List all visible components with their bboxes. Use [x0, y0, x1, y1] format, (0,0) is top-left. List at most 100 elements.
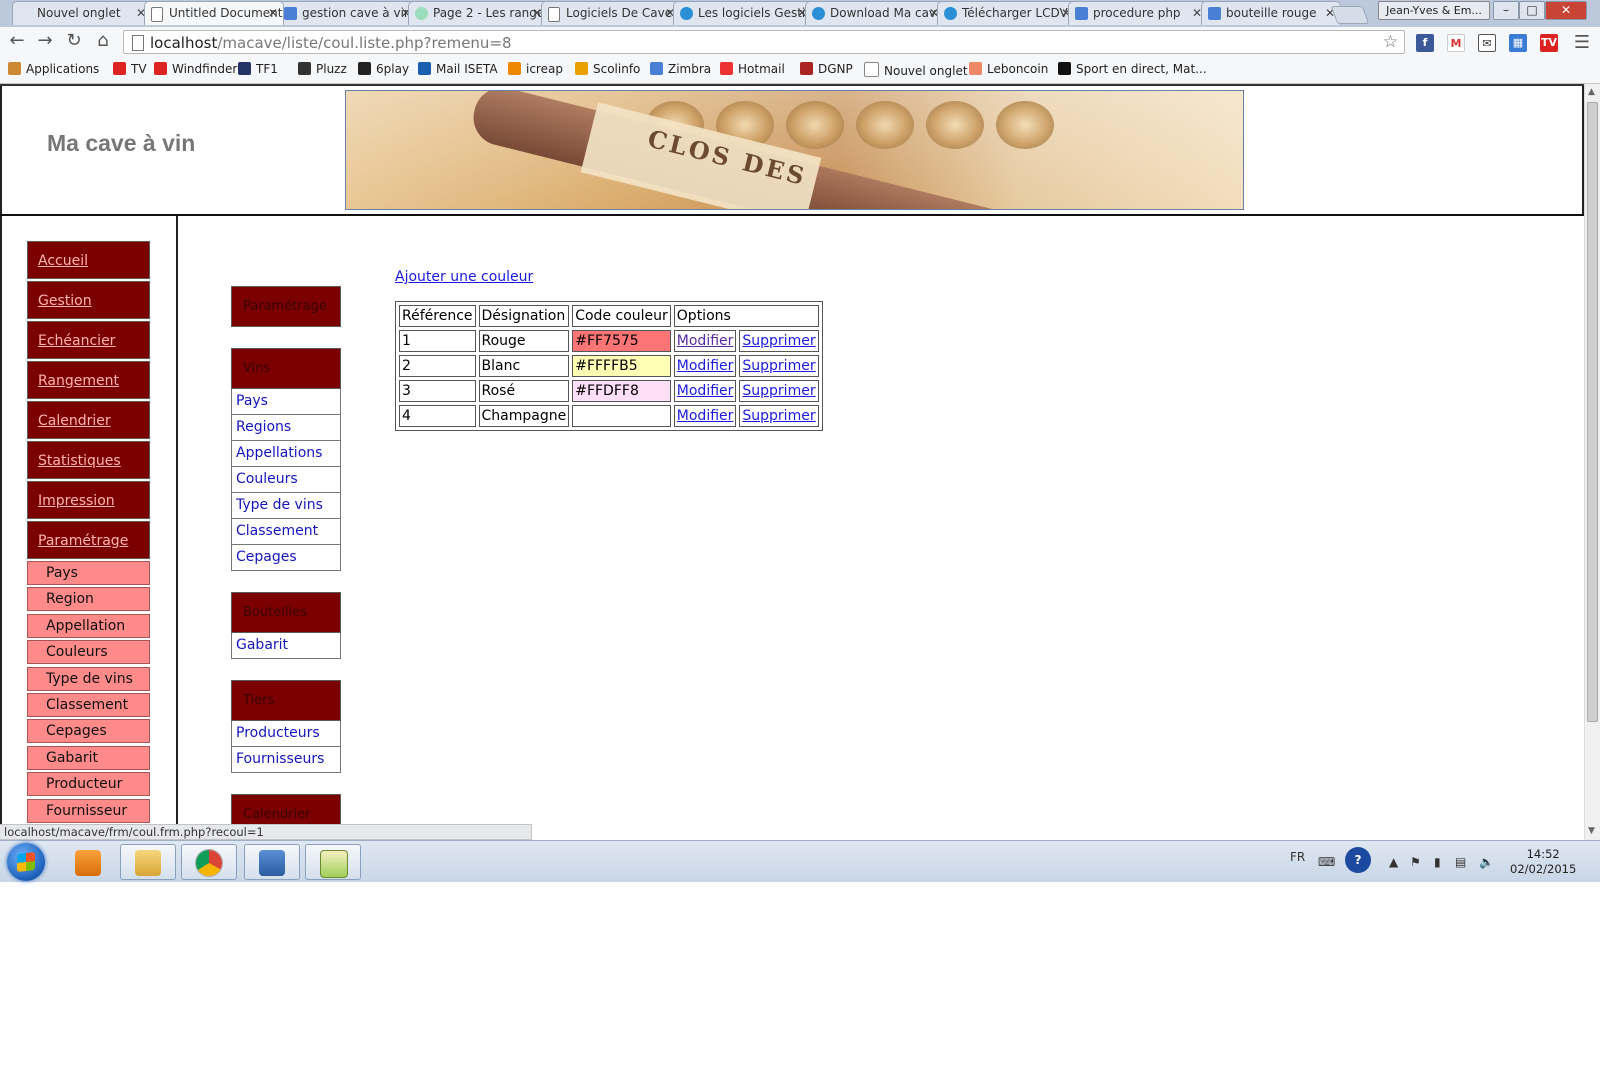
delete-link[interactable]: Supprimer: [739, 405, 819, 427]
reload-icon[interactable]: ↻: [64, 31, 84, 51]
main-menu-item[interactable]: Echéancier: [27, 321, 150, 359]
panel-link[interactable]: Couleurs: [236, 471, 298, 487]
chrome-taskbar-button[interactable]: [181, 844, 237, 880]
bookmark-item[interactable]: DGNP: [800, 62, 853, 76]
sub-menu-item[interactable]: Couleurs: [27, 640, 150, 665]
url-text[interactable]: localhost/macave/liste/coul.liste.php?re…: [150, 34, 512, 52]
close-window-button[interactable]: ✕: [1545, 1, 1587, 20]
tab[interactable]: Télécharger LCDV ✕: [937, 1, 1077, 25]
sub-menu-item[interactable]: Fournisseur: [27, 798, 150, 823]
keyboard-icon[interactable]: ⌨: [1318, 855, 1335, 869]
mail-notifier-icon[interactable]: ✉: [1478, 34, 1496, 52]
tv-extension-icon[interactable]: TV: [1540, 34, 1558, 52]
panel-link-item[interactable]: Gabarit: [231, 633, 341, 659]
sub-menu-item[interactable]: Pays: [27, 561, 150, 585]
help-alert-icon[interactable]: ?: [1345, 847, 1371, 873]
bookmark-star-icon[interactable]: ☆: [1383, 32, 1398, 52]
main-menu-item[interactable]: Calendrier: [27, 401, 150, 439]
panel-link[interactable]: Producteurs: [236, 725, 320, 741]
clock[interactable]: 14:52 02/02/2015: [1510, 847, 1576, 877]
sub-menu-item[interactable]: Classement: [27, 692, 150, 717]
sub-menu-item[interactable]: Gabarit: [27, 745, 150, 770]
delete-link[interactable]: Supprimer: [739, 355, 819, 377]
tab[interactable]: gestion cave à vin ✕: [277, 1, 417, 25]
main-menu-link[interactable]: Statistiques: [38, 453, 121, 469]
bookmark-item[interactable]: Nouvel onglet: [864, 62, 968, 78]
bookmark-item[interactable]: Scolinfo: [575, 62, 640, 76]
panel-link-item[interactable]: Couleurs: [231, 467, 341, 493]
start-button[interactable]: [7, 843, 45, 881]
main-menu-link[interactable]: Echéancier: [38, 333, 115, 349]
tab[interactable]: Page 2 - Les rangements✕: [408, 1, 548, 25]
modify-link[interactable]: Modifier: [673, 405, 737, 427]
scrollbar-thumb[interactable]: [1587, 102, 1598, 722]
explorer-taskbar-button[interactable]: [120, 844, 176, 880]
back-icon[interactable]: ←: [7, 31, 27, 51]
media-player-taskbar-button[interactable]: [60, 844, 116, 880]
bookmark-item[interactable]: 6play: [358, 62, 409, 76]
main-menu-item[interactable]: Statistiques: [27, 441, 150, 479]
bookmark-item[interactable]: TV: [113, 62, 147, 76]
modify-link[interactable]: Modifier: [673, 355, 737, 377]
panel-link-item[interactable]: Type de vins: [231, 493, 341, 519]
tab[interactable]: bouteille rouge ✕: [1201, 1, 1341, 25]
main-menu-item[interactable]: Paramétrage: [27, 521, 150, 559]
tab[interactable]: Logiciels De Cave ✕: [541, 1, 681, 25]
add-color-link[interactable]: Ajouter une couleur: [395, 269, 533, 285]
editor-taskbar-button[interactable]: [305, 844, 361, 880]
tab[interactable]: procedure php ✕: [1068, 1, 1208, 25]
facebook-icon[interactable]: f: [1416, 34, 1434, 52]
panel-link[interactable]: Regions: [236, 419, 291, 435]
panel-link[interactable]: Pays: [236, 393, 268, 409]
address-bar[interactable]: localhost/macave/liste/coul.liste.php?re…: [123, 30, 1405, 54]
minimize-button[interactable]: –: [1493, 1, 1519, 20]
panel-link[interactable]: Type de vins: [236, 497, 323, 513]
sub-menu-item[interactable]: Type de vins: [27, 666, 150, 691]
sub-menu-item[interactable]: Region: [27, 587, 150, 612]
tab[interactable]: Untitled Document ✕: [144, 1, 284, 25]
panel-link-item[interactable]: Classement: [231, 519, 341, 545]
calendar-extension-icon[interactable]: ▦: [1509, 34, 1527, 52]
home-icon[interactable]: ⌂: [93, 31, 113, 51]
network-icon[interactable]: ▤: [1455, 855, 1466, 869]
bookmark-item[interactable]: Applications: [8, 62, 99, 76]
panel-link-item[interactable]: Regions: [231, 415, 341, 441]
bookmark-item[interactable]: Sport en direct, Mat...: [1058, 62, 1207, 76]
bookmark-item[interactable]: Mail ISETA: [418, 62, 498, 76]
battery-icon[interactable]: ▮: [1434, 855, 1441, 869]
sub-menu-item[interactable]: Appellation: [27, 613, 150, 638]
panel-link-item[interactable]: Appellations: [231, 441, 341, 467]
network-taskbar-button[interactable]: [244, 844, 300, 880]
panel-link-item[interactable]: Producteurs: [231, 721, 341, 747]
modify-link[interactable]: Modifier: [673, 330, 737, 352]
bookmark-item[interactable]: icreap: [508, 62, 563, 76]
main-menu-link[interactable]: Calendrier: [38, 413, 111, 429]
menu-icon[interactable]: ☰: [1572, 33, 1592, 53]
tab[interactable]: Les logiciels Gestion ✕: [673, 1, 813, 25]
delete-link[interactable]: Supprimer: [739, 330, 819, 352]
main-menu-link[interactable]: Accueil: [38, 253, 88, 269]
panel-link[interactable]: Cepages: [236, 549, 297, 565]
panel-link[interactable]: Appellations: [236, 445, 322, 461]
modify-link[interactable]: Modifier: [673, 380, 737, 402]
sub-menu-item[interactable]: Cepages: [27, 719, 150, 744]
bookmark-item[interactable]: Pluzz: [298, 62, 347, 76]
action-center-flag-icon[interactable]: ⚑: [1410, 855, 1421, 869]
volume-icon[interactable]: 🔈: [1479, 855, 1494, 869]
bookmark-item[interactable]: TF1: [238, 62, 278, 76]
bookmark-item[interactable]: Leboncoin: [969, 62, 1048, 76]
new-tab-button[interactable]: [1330, 6, 1370, 24]
panel-link[interactable]: Gabarit: [236, 637, 288, 653]
panel-link[interactable]: Classement: [236, 523, 318, 539]
tab[interactable]: Nouvel onglet ✕: [12, 1, 152, 25]
main-menu-link[interactable]: Gestion: [38, 293, 92, 309]
bookmark-item[interactable]: Windfinder: [154, 62, 237, 76]
tab[interactable]: Download Ma cave ✕: [805, 1, 945, 25]
bookmark-item[interactable]: Hotmail: [720, 62, 785, 76]
main-menu-item[interactable]: Gestion: [27, 281, 150, 319]
panel-link-item[interactable]: Fournisseurs: [231, 747, 341, 773]
panel-link-item[interactable]: Cepages: [231, 545, 341, 571]
bookmark-item[interactable]: Zimbra: [650, 62, 711, 76]
delete-link[interactable]: Supprimer: [739, 380, 819, 402]
maximize-button[interactable]: □: [1519, 1, 1545, 20]
